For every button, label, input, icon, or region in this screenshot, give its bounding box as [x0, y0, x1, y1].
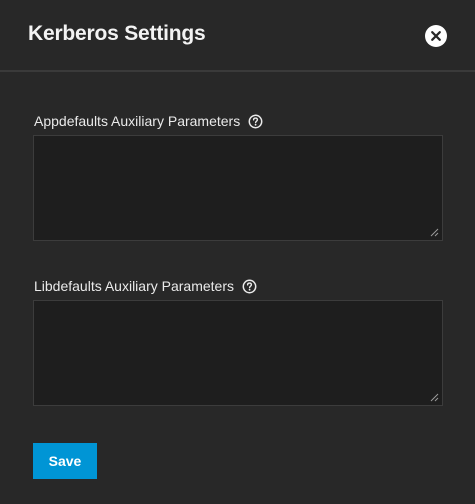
appdefaults-textarea-container [33, 135, 443, 241]
libdefaults-textarea-container [33, 300, 443, 406]
panel-header: Kerberos Settings [0, 0, 475, 72]
close-icon [431, 31, 441, 41]
libdefaults-label: Libdefaults Auxiliary Parameters [34, 278, 234, 294]
close-button[interactable] [425, 25, 447, 47]
kerberos-settings-panel: Kerberos Settings Appdefaults Auxiliary … [0, 0, 475, 504]
appdefaults-help-icon[interactable] [248, 114, 263, 129]
appdefaults-label-row: Appdefaults Auxiliary Parameters [34, 113, 263, 129]
libdefaults-help-icon[interactable] [242, 279, 257, 294]
libdefaults-resize-handle-icon[interactable] [430, 393, 439, 402]
appdefaults-resize-handle-icon[interactable] [430, 228, 439, 237]
libdefaults-label-row: Libdefaults Auxiliary Parameters [34, 278, 257, 294]
save-button[interactable]: Save [33, 443, 97, 479]
libdefaults-textarea[interactable] [34, 301, 442, 405]
appdefaults-textarea[interactable] [34, 136, 442, 240]
panel-title: Kerberos Settings [28, 22, 206, 45]
appdefaults-label: Appdefaults Auxiliary Parameters [34, 113, 241, 129]
